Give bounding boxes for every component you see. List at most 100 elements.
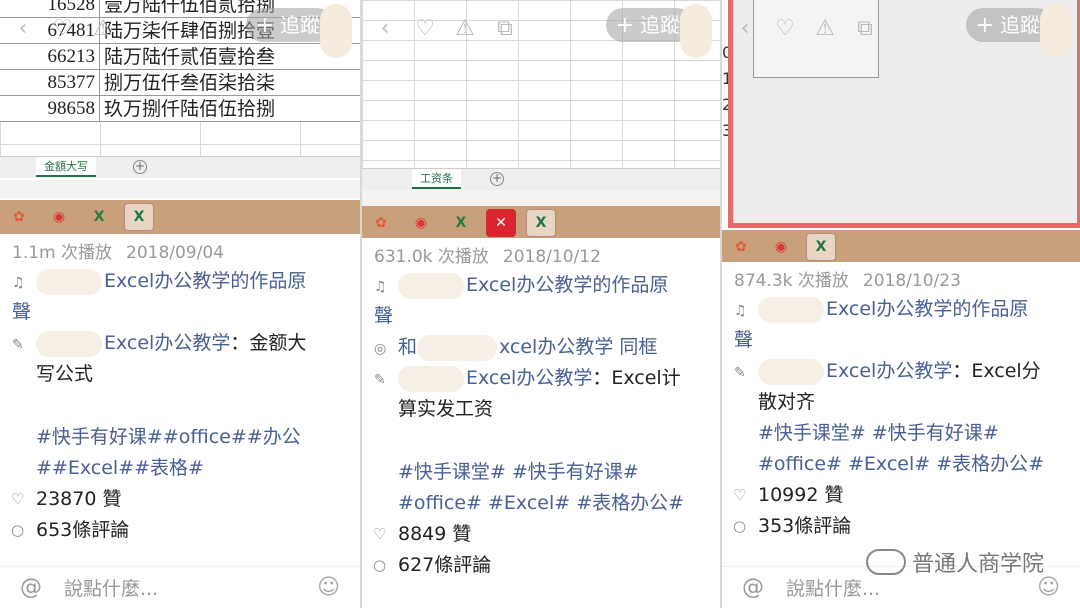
hashtag-line[interactable]: #快手课堂# #快手有好课# xyxy=(758,422,999,444)
hashtag-line[interactable]: #office# #Excel# #表格办公# xyxy=(398,492,684,514)
table-row: 85377 捌万伍仟叁佰柒拾柒 xyxy=(0,70,360,96)
video-screenshot[interactable]: 16528 壹万陆仟伍佰贰拾捌 67481 陆万柒仟肆佰捌拾壹 66213 陆万陆仟贰… xyxy=(0,0,360,236)
plus-icon: + xyxy=(615,13,634,38)
app-icon[interactable]: ✿ xyxy=(726,233,756,261)
comment-count: 653條評論 xyxy=(36,519,130,541)
smiley-icon[interactable]: ☺ xyxy=(317,575,340,600)
comment-input-bar[interactable]: @ 說點什麼... ☺ xyxy=(0,566,360,608)
hashtag-line[interactable]: #快手课堂# #快手有好课# xyxy=(398,461,639,483)
excel-icon[interactable]: X xyxy=(526,209,556,237)
music-author[interactable]: Excel办公教学的作品原 xyxy=(826,298,1028,320)
taskbar: ✿ ◉ X X xyxy=(0,200,360,234)
cell-text: 玖万捌仟陆佰伍拾捌 xyxy=(104,97,276,120)
music-line[interactable]: ♫ Excel办公教学的作品原聲 xyxy=(0,266,360,328)
hashtags[interactable]: #快手课堂# #快手有好课# #office# #Excel# #表格办公# xyxy=(722,418,1080,480)
redacted-avatar xyxy=(36,268,102,295)
cell-text: 捌万伍仟叁佰柒拾柒 xyxy=(104,71,276,94)
smiley-icon[interactable]: ☺ xyxy=(1037,575,1060,600)
pencil-icon: ✎ xyxy=(734,365,746,381)
taskbar: ✿ ◉ X ✕ X xyxy=(362,206,720,238)
chevron-left-icon[interactable]: ‹ xyxy=(732,16,758,41)
music-line[interactable]: ♫ Excel办公教学的作品原聲 xyxy=(722,294,1080,356)
music-author[interactable]: Excel办公教学的作品原 xyxy=(104,270,306,292)
status-bar xyxy=(0,180,360,198)
sheet-tab[interactable]: 金額大写 xyxy=(36,157,96,177)
hashtag-line[interactable]: ##Excel##表格# xyxy=(36,457,204,479)
redacted-avatar xyxy=(758,358,824,385)
app-icon[interactable]: ✿ xyxy=(366,209,396,237)
music-note-icon: ♫ xyxy=(374,279,387,295)
like-count: 10992 贊 xyxy=(758,484,844,506)
author-link[interactable]: Excel办公教学 xyxy=(466,367,592,389)
heart-icon: ♡ xyxy=(11,490,25,508)
heart-outline-icon[interactable]: ♡ xyxy=(50,16,76,41)
hashtag-line[interactable]: #office# #Excel# #表格办公# xyxy=(758,453,1044,475)
description-line: ✎ Excel办公教学：Excel分散对齐 xyxy=(722,356,1080,418)
author-link[interactable]: Excel办公教学 xyxy=(826,360,952,382)
video-info: 631.0k 次播放 2018/10/12 ♫ Excel办公教学的作品原聲 ◎ 和 x… xyxy=(362,244,720,581)
cell-number: 85377 xyxy=(0,70,100,95)
avatar[interactable] xyxy=(1040,4,1072,58)
chrome-icon[interactable]: ◉ xyxy=(766,233,796,261)
author-link[interactable]: Excel办公教学 xyxy=(104,332,230,354)
hashtags[interactable]: #快手有好课##office##办公 ##Excel##表格# xyxy=(0,422,360,484)
music-note-icon: ♫ xyxy=(12,275,25,291)
heart-outline-icon[interactable]: ♡ xyxy=(772,16,798,41)
chevron-left-icon[interactable]: ‹ xyxy=(10,16,36,41)
duet-text[interactable]: xcel办公教学 同框 xyxy=(499,336,657,358)
music-suffix: 聲 xyxy=(12,301,32,323)
comments[interactable]: ○ 627條評論 xyxy=(362,550,720,581)
excel-icon[interactable]: X xyxy=(806,233,836,261)
add-sheet-icon[interactable]: + xyxy=(490,172,504,186)
duet-prefix: 和 xyxy=(398,336,418,358)
hashtags[interactable]: #快手课堂# #快手有好课# #office# #Excel# #表格办公# xyxy=(362,457,720,519)
chevron-left-icon[interactable]: ‹ xyxy=(372,16,398,41)
hashtag-line[interactable]: #快手有好课##office##办公 xyxy=(36,426,301,448)
follow-label: 追蹤 xyxy=(280,13,320,37)
excel-icon[interactable]: X xyxy=(446,209,476,237)
music-author[interactable]: Excel办公教学的作品原 xyxy=(466,274,668,296)
description-text-2: 散对齐 xyxy=(758,391,816,413)
avatar[interactable] xyxy=(320,4,352,58)
post-date: 2018/10/12 xyxy=(502,247,601,267)
description-text: ：Excel分 xyxy=(952,360,1041,382)
chrome-icon[interactable]: ◉ xyxy=(44,203,74,231)
share-edit-icon[interactable]: ⧉ xyxy=(492,16,518,41)
wechat-logo-icon xyxy=(865,549,906,575)
warning-triangle-icon[interactable]: ⚠ xyxy=(812,16,838,41)
add-sheet-icon[interactable]: + xyxy=(133,160,147,174)
likes[interactable]: ♡ 8849 贊 xyxy=(362,519,720,550)
sheet-tab[interactable]: 工资条 xyxy=(412,169,461,189)
xmind-icon[interactable]: ✕ xyxy=(486,209,516,237)
comment-input[interactable]: 說點什麼... xyxy=(786,574,880,601)
share-edit-icon[interactable]: ⧉ xyxy=(852,16,878,41)
app-icon[interactable]: ✿ xyxy=(4,203,34,231)
warning-triangle-icon[interactable]: ⚠ xyxy=(90,16,116,41)
excel-icon[interactable]: X xyxy=(124,203,154,231)
comments[interactable]: ○ 353條評論 xyxy=(722,511,1080,542)
likes[interactable]: ♡ 10992 贊 xyxy=(722,480,1080,511)
avatar[interactable] xyxy=(680,4,712,58)
duet-line[interactable]: ◎ 和 xcel办公教学 同框 xyxy=(362,332,720,363)
likes[interactable]: ♡ 23870 贊 xyxy=(0,484,360,515)
warning-triangle-icon[interactable]: ⚠ xyxy=(452,16,478,41)
pencil-icon: ✎ xyxy=(12,337,24,353)
music-line[interactable]: ♫ Excel办公教学的作品原聲 xyxy=(362,270,720,332)
at-sign-icon[interactable]: @ xyxy=(742,575,764,600)
music-suffix: 聲 xyxy=(734,329,754,351)
chrome-icon[interactable]: ◉ xyxy=(406,209,436,237)
description-line: ✎ Excel办公教学：金额大 写公式 xyxy=(0,328,360,390)
heart-icon: ♡ xyxy=(373,525,387,543)
comments[interactable]: ○ 653條評論 xyxy=(0,515,360,546)
comment-input[interactable]: 說點什麼... xyxy=(64,574,158,601)
at-sign-icon[interactable]: @ xyxy=(20,575,42,600)
video-screenshot[interactable]: 0 1 2 3 ✿ ◉ X ‹ ♡ ⚠ ⧉ +追蹤 xyxy=(722,0,1080,262)
video-meta: 631.0k 次播放 2018/10/12 xyxy=(362,244,720,270)
video-screenshot[interactable]: 工资条 + ✿ ◉ X ✕ X ‹ ♡ ⚠ ⧉ + 追蹤 xyxy=(362,0,720,238)
description-text-2: 算实发工资 xyxy=(398,398,494,420)
excel-icon[interactable]: X xyxy=(84,203,114,231)
table-row: 98658 玖万捌仟陆佰伍拾捌 xyxy=(0,96,360,122)
cell-number: 98658 xyxy=(0,96,100,121)
heart-outline-icon[interactable]: ♡ xyxy=(412,16,438,41)
video-meta: 874.3k 次播放 2018/10/23 xyxy=(722,268,1080,294)
